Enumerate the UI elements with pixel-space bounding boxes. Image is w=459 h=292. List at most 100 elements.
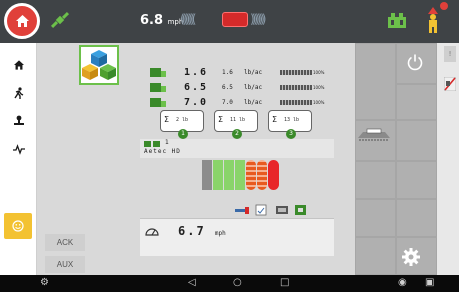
softkey[interactable] [396, 84, 437, 120]
aux-button[interactable]: AUX [45, 256, 85, 273]
seed-tank-icon [150, 67, 166, 77]
rate-level-bar [280, 69, 312, 75]
field-implement-icon[interactable] [357, 128, 391, 144]
wrench-icon [235, 207, 249, 214]
section-bar [202, 160, 212, 190]
ground-speed-unit: mph [214, 230, 226, 237]
nav-home-icon[interactable]: ○ [233, 277, 242, 289]
rate-level-bar [280, 99, 312, 105]
rate-percent: 100% [313, 69, 325, 75]
section-bar [257, 160, 267, 190]
sidebar-item-hitch[interactable] [0, 107, 37, 135]
power-button[interactable] [396, 47, 434, 77]
section-bar [213, 160, 223, 190]
summary-value: 13 lb [284, 117, 300, 123]
steering-center-indicator [222, 12, 248, 27]
home-button[interactable] [4, 3, 40, 39]
tool-icons-row [235, 204, 306, 216]
section-bar [246, 160, 256, 190]
implement-icon[interactable] [386, 10, 408, 32]
no-entry-icon[interactable] [444, 77, 456, 91]
summary-badge: 3 [286, 129, 296, 139]
topbar-speed: 6.8 mph [140, 13, 183, 28]
sigma-icon: Σ [272, 115, 278, 124]
steering-chevrons-left: (((((((( [180, 12, 197, 26]
camera-icon[interactable]: ◉ [398, 277, 407, 289]
home-icon [13, 60, 24, 70]
softkey[interactable] [355, 199, 396, 237]
alert-figure-icon[interactable] [424, 6, 442, 34]
steering-chevrons-right: )))))))) [250, 12, 267, 26]
rate-unit: lb/ac [244, 68, 263, 76]
top-bar: 6.8 mph (((((((( )))))))) [0, 0, 459, 43]
rate-target: 7.0 [222, 98, 233, 106]
rate-row: 1.6 1.6 lb/ac 100% [150, 65, 340, 79]
softkey[interactable] [396, 120, 437, 161]
softkey[interactable] [396, 199, 437, 237]
sigma-icon: Σ [164, 115, 170, 124]
summary-badge: 2 [232, 129, 242, 139]
rate-actual: 7.0 [184, 96, 209, 108]
summary-value: 11 lb [230, 117, 246, 123]
sidebar-item-smiley[interactable] [4, 213, 32, 239]
section-bar [235, 160, 245, 190]
rate-unit: lb/ac [244, 98, 263, 106]
seed-tank-icon [150, 82, 166, 92]
smiley-icon [12, 220, 24, 232]
rate-target: 1.6 [222, 68, 233, 76]
softkey[interactable] [355, 161, 396, 199]
rate-percent: 100% [313, 99, 325, 105]
checklist-icon [255, 204, 267, 216]
side-tab-button[interactable]: ! [444, 46, 456, 62]
device-name: Aetec HD [144, 148, 181, 155]
softkey[interactable] [396, 161, 437, 199]
right-softkey-grid [355, 43, 437, 275]
gps-satellite-icon[interactable] [50, 10, 70, 30]
rate-percent: 100% [313, 84, 325, 90]
ground-speed: 6.7 mph [178, 224, 226, 238]
cubes-icon [82, 50, 116, 80]
seed-tank-icon [150, 97, 166, 107]
power-icon [407, 54, 423, 71]
sidebar-item-signal[interactable] [0, 135, 37, 163]
summary-value: 2 lb [176, 117, 189, 123]
screenshot-icon[interactable]: ▣ [425, 277, 434, 289]
sidebar-item-walk[interactable] [0, 79, 37, 107]
section-bar [268, 160, 279, 190]
device-row[interactable]: 1 Aetec HD [140, 139, 334, 158]
back-icon[interactable]: ◁ [188, 277, 196, 289]
section-bar [224, 160, 234, 190]
rate-actual: 6.5 [184, 81, 209, 93]
ground-speed-value: 6.7 [178, 224, 206, 238]
planter-icon [144, 141, 160, 147]
speed-box: 6.7 mph [140, 218, 334, 256]
section-status-bars [202, 160, 282, 194]
app-tile[interactable] [79, 45, 119, 85]
softkey[interactable] [355, 237, 396, 275]
android-nav-bar: ⚙ ◁ ○ □ ◉ ▣ [0, 275, 459, 292]
rate-actual: 1.6 [184, 66, 209, 78]
rate-unit: lb/ac [244, 83, 263, 91]
main-panel: 1.6 1.6 lb/ac 100% 6.5 6.5 lb/ac 100% 7.… [37, 43, 355, 275]
rate-row: 6.5 6.5 lb/ac 100% [150, 80, 340, 94]
sigma-icon: Σ [218, 115, 224, 124]
rate-target: 6.5 [222, 83, 233, 91]
signal-icon [12, 144, 25, 155]
device-number: 1 [165, 139, 169, 146]
ack-button[interactable]: ACK [45, 234, 85, 251]
alert-dot [440, 2, 448, 10]
rate-level-bar [280, 84, 312, 90]
summary-badge: 1 [178, 129, 188, 139]
hitch-icon [13, 115, 24, 125]
walk-icon [13, 87, 23, 99]
battery-green-icon [295, 205, 306, 215]
recents-icon[interactable]: □ [280, 277, 289, 289]
left-sidebar [0, 43, 37, 275]
settings-icon[interactable]: ⚙ [40, 277, 49, 289]
rate-list: 1.6 1.6 lb/ac 100% 6.5 6.5 lb/ac 100% 7.… [150, 65, 336, 111]
topbar-speed-value: 6.8 [140, 13, 164, 28]
gear-icon[interactable] [396, 245, 426, 269]
softkey[interactable] [355, 43, 396, 120]
sidebar-item-home[interactable] [0, 51, 37, 79]
seed-meter-icon [276, 206, 288, 214]
